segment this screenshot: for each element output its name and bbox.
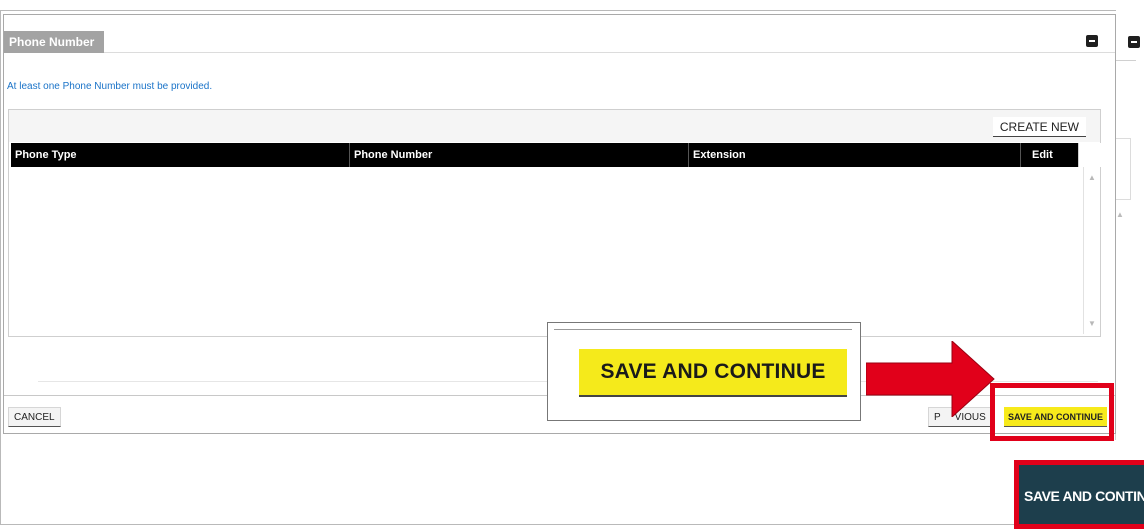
column-header-phone-number[interactable]: Phone Number xyxy=(350,143,689,167)
column-header-phone-type[interactable]: Phone Type xyxy=(11,143,350,167)
panel-tab-title: Phone Number xyxy=(4,31,104,53)
background-scroll-up-icon[interactable]: ▲ xyxy=(1116,210,1124,219)
scroll-down-icon[interactable]: ▼ xyxy=(1088,319,1096,328)
column-header-edit: Edit xyxy=(1032,149,1053,161)
callout-divider xyxy=(554,329,852,330)
background-divider xyxy=(1116,60,1136,61)
page-left-border xyxy=(0,10,1,525)
zoomed-save-callout: SAVE AND CONTINUE xyxy=(547,322,861,421)
page-top-border xyxy=(0,10,1116,11)
arrow-shape xyxy=(866,341,995,417)
highlight-box-save xyxy=(990,383,1114,441)
background-collapse-icon[interactable] xyxy=(1128,36,1140,48)
dark-save-and-continue-button[interactable]: SAVE AND CONTINU xyxy=(1024,483,1144,509)
cancel-button[interactable]: CANCEL xyxy=(8,407,61,427)
panel-header-divider xyxy=(104,52,1115,53)
zoomed-save-and-continue-button[interactable]: SAVE AND CONTINUE xyxy=(579,349,847,397)
table-toolbar: CREATE NEW xyxy=(9,110,1100,142)
table-scrollbar[interactable]: ▲ ▼ xyxy=(1083,167,1100,334)
highlight-box-dark-save: SAVE AND CONTINU xyxy=(1014,460,1144,529)
page-bottom-border xyxy=(0,524,1030,525)
column-header-extension[interactable]: Extension xyxy=(689,143,1021,167)
create-new-button[interactable]: CREATE NEW xyxy=(992,117,1086,137)
required-notice: At least one Phone Number must be provid… xyxy=(7,81,213,92)
table-header: Phone Type Phone Number Extension Edit xyxy=(11,143,1078,167)
collapse-icon[interactable] xyxy=(1086,35,1098,47)
pointer-arrow-icon xyxy=(866,341,995,417)
phone-table: CREATE NEW Phone Type Phone Number Exten… xyxy=(8,109,1101,337)
table-header-spacer xyxy=(1078,143,1101,167)
scroll-up-icon[interactable]: ▲ xyxy=(1088,173,1096,182)
